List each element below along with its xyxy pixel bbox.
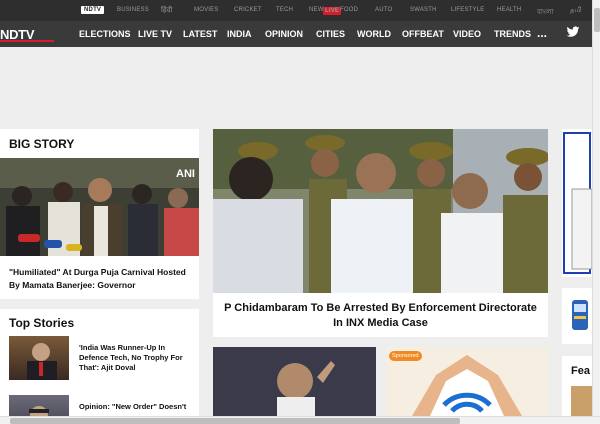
subnav-item-bangla[interactable]: বাংলা <box>537 6 554 18</box>
vertical-scrollbar[interactable] <box>592 0 600 416</box>
hero-story-image[interactable] <box>213 129 548 293</box>
hero-photo <box>213 129 548 293</box>
top-stories-card: Top Stories 'India Was Runner-Up In Defe… <box>0 309 199 416</box>
live-badge: LIVE <box>323 7 342 15</box>
logo-underline <box>0 40 54 42</box>
nav-offbeat[interactable]: OFFBEAT <box>402 29 444 39</box>
big-story-photo <box>0 158 199 256</box>
nav-opinion[interactable]: OPINION <box>265 29 303 39</box>
nav-elections[interactable]: ELECTIONS <box>79 29 131 39</box>
more-menu-button[interactable]: ... <box>537 26 547 40</box>
nav-cities[interactable]: CITIES <box>316 29 345 39</box>
ani-watermark: ANI <box>176 168 195 180</box>
subnav-item-ndtv[interactable]: NDTV <box>81 6 105 14</box>
subnav-item-auto[interactable]: AUTO <box>375 7 392 13</box>
subnav-item-lifestyle[interactable]: LIFESTYLE <box>451 7 484 13</box>
subnav-item-hindi[interactable]: हिंदी <box>161 6 172 15</box>
hero-story-card[interactable]: P Chidambaram To Be Arrested By Enforcem… <box>213 129 548 337</box>
twitter-icon[interactable] <box>566 25 580 39</box>
top-story-photo <box>29 406 49 416</box>
sponsored-card[interactable]: Sponsored <box>386 347 548 416</box>
sponsored-badge: Sponsored <box>389 351 422 361</box>
top-story-headline[interactable]: Opinion: "New Order" Doesn't <box>79 402 191 412</box>
top-story-thumbnail[interactable] <box>9 336 69 380</box>
featured-thumbnail[interactable] <box>571 386 592 416</box>
horizontal-scroll-thumb[interactable] <box>10 418 460 424</box>
top-story-headline[interactable]: 'India Was Runner-Up In Defence Tech, No… <box>79 343 191 373</box>
sub-navigation: NDTV BUSINESS हिंदी MOVIES CRICKET TECH … <box>0 0 592 21</box>
right-promo-card[interactable] <box>562 288 592 344</box>
video-story-photo <box>213 347 376 416</box>
top-story-thumbnail[interactable] <box>9 395 69 416</box>
vertical-scroll-thumb[interactable] <box>594 8 600 32</box>
big-story-image[interactable]: ANI <box>0 158 199 256</box>
subnav-item-business[interactable]: BUSINESS <box>117 7 149 13</box>
nav-latest[interactable]: LATEST <box>183 29 217 39</box>
subnav-item-food[interactable]: FOOD <box>340 7 358 13</box>
video-story-card[interactable] <box>213 347 376 416</box>
subnav-item-tech[interactable]: TECH <box>276 7 293 13</box>
subnav-item-movies[interactable]: MOVIES <box>194 7 219 13</box>
main-navigation: NDTV ELECTIONS LIVE TV LATEST INDIA OPIN… <box>0 21 592 47</box>
big-story-headline[interactable]: "Humiliated" At Durga Puja Carnival Host… <box>9 266 194 292</box>
nav-live-tv[interactable]: LIVE TV <box>138 29 172 39</box>
subnav-item-swasth[interactable]: SWASTH <box>410 7 437 13</box>
nav-trends[interactable]: TRENDS <box>494 29 531 39</box>
featured-card: Fea <box>562 356 592 416</box>
featured-heading: Fea <box>571 365 590 377</box>
right-ad-graphic <box>562 129 592 277</box>
subnav-item-tamil[interactable]: தமி <box>570 6 582 15</box>
subnav-item-cricket[interactable]: CRICKET <box>234 7 262 13</box>
nav-india[interactable]: INDIA <box>227 29 252 39</box>
subnav-item-new[interactable]: NEW <box>309 7 324 13</box>
subnav-item-health[interactable]: HEALTH <box>497 7 521 13</box>
top-story-photo <box>27 343 57 380</box>
train-icon <box>562 288 592 344</box>
right-ad-card[interactable] <box>562 129 592 277</box>
nav-video[interactable]: VIDEO <box>453 29 481 39</box>
nav-world[interactable]: WORLD <box>357 29 391 39</box>
hero-story-headline[interactable]: P Chidambaram To Be Arrested By Enforcem… <box>223 301 538 331</box>
site-header: NDTV BUSINESS हिंदी MOVIES CRICKET TECH … <box>0 0 592 47</box>
big-story-heading: BIG STORY <box>9 137 75 151</box>
top-stories-heading: Top Stories <box>9 316 75 330</box>
big-story-card[interactable]: BIG STORY ANI "Humiliated" At Durga Puja… <box>0 129 199 299</box>
horizontal-scrollbar[interactable] <box>0 416 600 424</box>
